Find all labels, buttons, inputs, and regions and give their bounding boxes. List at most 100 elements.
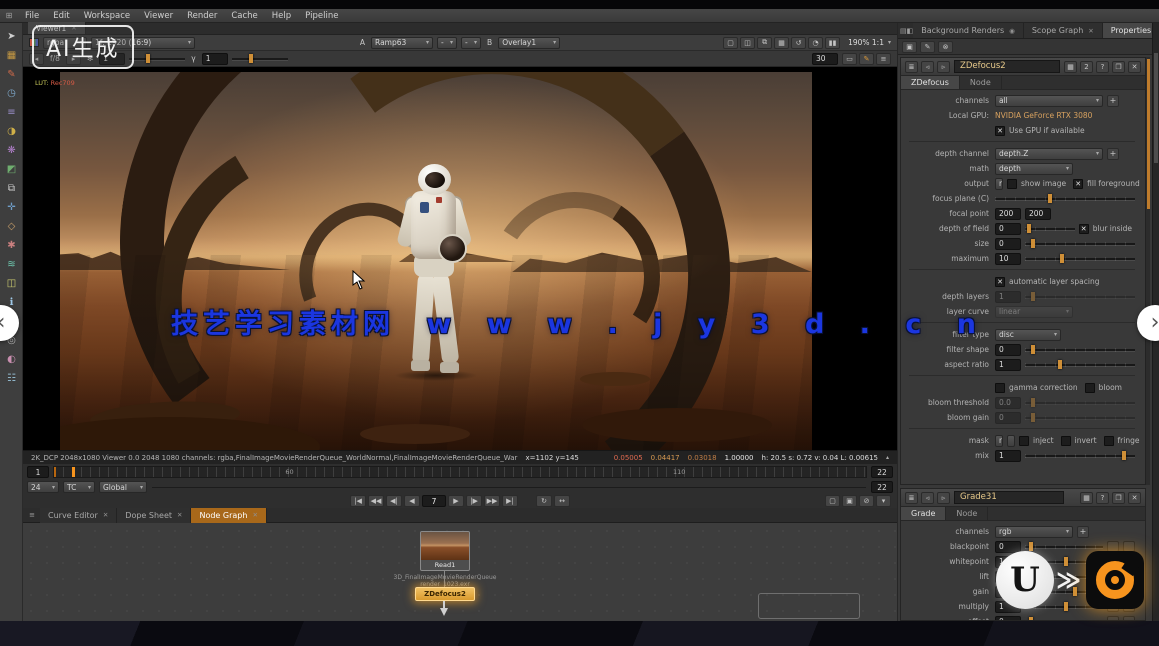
gamma-correction-checkbox[interactable] <box>995 383 1005 393</box>
tab-curve-editor[interactable]: Curve Editor✕ <box>40 508 117 523</box>
invert-checkbox[interactable] <box>1061 436 1071 446</box>
float-panel-icon[interactable]: ❐ <box>1112 492 1125 504</box>
annotate-icon[interactable]: ✎ <box>859 53 874 65</box>
next-node-icon[interactable]: ▹ <box>937 492 950 504</box>
tab-properties[interactable]: Properties <box>1103 23 1159 38</box>
pane-menu-icon[interactable]: ≡ <box>26 511 38 519</box>
transform-nodes-icon[interactable]: ✛ <box>0 198 23 217</box>
size-slider[interactable] <box>1025 238 1135 249</box>
draw-nodes-icon[interactable]: ✎ <box>0 65 23 84</box>
menu-viewer[interactable]: Viewer <box>137 9 180 23</box>
playback-range-bar[interactable] <box>151 486 867 489</box>
bounce-mode-button[interactable]: ↔ <box>554 495 570 507</box>
aspect-ratio-field[interactable]: 1 <box>995 359 1021 371</box>
gamma-field[interactable]: 1 <box>202 53 228 65</box>
blackpoint-slider[interactable] <box>1025 541 1103 552</box>
bloom-gain-slider[interactable] <box>1025 412 1135 423</box>
timeline-ruler[interactable]: 60110 <box>53 466 867 478</box>
slider-thumb[interactable] <box>1027 224 1031 233</box>
depth-channel-dropdown[interactable]: depth.Z▾ <box>995 148 1103 160</box>
color-nodes-icon[interactable]: ◑ <box>0 122 23 141</box>
play-button[interactable]: ▶ <box>448 495 464 507</box>
add-channel-button[interactable]: + <box>1107 95 1119 107</box>
a-input-dropdown[interactable]: Ramp63▾ <box>371 37 433 49</box>
automatic-layer-spacing-checkbox[interactable]: ✕ <box>995 277 1005 287</box>
wipe-dropdown-2[interactable]: -▾ <box>461 37 481 49</box>
next-node-icon[interactable]: ▹ <box>937 61 950 73</box>
time-nodes-icon[interactable]: ◷ <box>0 84 23 103</box>
viewer-image-area[interactable]: LUT: Rec709 <box>23 67 897 450</box>
close-tab-icon[interactable]: ◉ <box>1009 27 1015 35</box>
tab-dope-sheet[interactable]: Dope Sheet✕ <box>117 508 191 523</box>
slider-thumb[interactable] <box>1031 345 1035 354</box>
add-channel-button[interactable]: + <box>1107 148 1119 160</box>
playhead[interactable] <box>72 467 75 477</box>
tab-zdefocus[interactable]: ZDefocus <box>901 76 960 89</box>
tab-node[interactable]: Node <box>946 507 988 520</box>
panel-drag-icon[interactable]: ≣ <box>905 61 918 73</box>
slider-thumb[interactable] <box>1031 292 1035 301</box>
math-dropdown[interactable]: depth▾ <box>995 163 1073 175</box>
step-back-button[interactable]: ◀| <box>386 495 402 507</box>
channels-dropdown[interactable]: all▾ <box>995 95 1103 107</box>
filter-shape-field[interactable]: 0 <box>995 344 1021 356</box>
menu-pipeline[interactable]: Pipeline <box>298 9 345 23</box>
size-field[interactable]: 0 <box>995 238 1021 250</box>
properties-scrollbar[interactable] <box>1145 57 1150 485</box>
menu-cache[interactable]: Cache <box>224 9 264 23</box>
close-tab-icon[interactable]: ✕ <box>252 511 257 519</box>
node-read1[interactable]: Read1 <box>420 531 470 571</box>
node-name-field[interactable]: Grade31 <box>954 491 1064 504</box>
close-tab-icon[interactable]: ✕ <box>177 511 182 519</box>
composite-mode-icon[interactable]: ▢ <box>723 37 738 49</box>
lock-range-icon[interactable]: ⊘ <box>859 495 874 507</box>
image-nodes-icon[interactable]: ▦ <box>0 46 23 65</box>
slider-thumb[interactable] <box>1064 557 1068 566</box>
wipe-mode-icon[interactable]: ◫ <box>740 37 755 49</box>
filter-nodes-icon[interactable]: ❋ <box>0 141 23 160</box>
inputs-badge[interactable]: 2 <box>1080 61 1093 73</box>
close-tab-icon[interactable]: ✕ <box>103 511 108 519</box>
menu-render[interactable]: Render <box>180 9 224 23</box>
use-gpu-checkbox[interactable]: ✕ <box>995 126 1005 136</box>
pause-icon[interactable]: ▮▮ <box>825 37 840 49</box>
zoom-caret-icon[interactable]: ▾ <box>888 39 891 46</box>
refresh-icon[interactable]: ↺ <box>791 37 806 49</box>
close-all-panels-icon[interactable]: ⊗ <box>938 41 953 53</box>
node-name-field[interactable]: ZDefocus2 <box>954 60 1060 73</box>
node-graph[interactable]: Read1 3D_FinalImageMovieRenderQueue rend… <box>23 523 897 621</box>
cursor-tool-icon[interactable]: ➤ <box>0 27 23 46</box>
bloom-checkbox[interactable] <box>1085 383 1095 393</box>
depth-layers-field[interactable]: 1 <box>995 291 1021 303</box>
depth-of-field-field[interactable]: 0 <box>995 223 1021 235</box>
frame-increment-field[interactable]: 30 <box>812 53 838 65</box>
edit-properties-icon[interactable]: ✎ <box>920 41 935 53</box>
in-point-icon[interactable]: ▢ <box>825 495 840 507</box>
focal-point-y-field[interactable]: 200 <box>1025 208 1051 220</box>
fill-foreground-checkbox[interactable]: ✕ <box>1073 179 1083 189</box>
slider-thumb[interactable] <box>1031 239 1035 248</box>
scrollbar-thumb[interactable] <box>1154 53 1158 163</box>
node-zdefocus2[interactable]: ZDefocus2 <box>415 587 475 601</box>
close-panel-icon[interactable]: ✕ <box>1128 492 1141 504</box>
tab-node[interactable]: Node <box>960 76 1002 89</box>
filter-shape-slider[interactable] <box>1025 344 1135 355</box>
slider-thumb[interactable] <box>1031 413 1035 422</box>
step-forward-button[interactable]: |▶ <box>466 495 482 507</box>
current-frame-field[interactable]: 7 <box>422 495 446 507</box>
particles-nodes-icon[interactable]: ✱ <box>0 236 23 255</box>
help-icon[interactable]: ? <box>1096 61 1109 73</box>
aspect-ratio-slider[interactable] <box>1025 359 1135 370</box>
bloom-threshold-field[interactable]: 0.0 <box>995 397 1021 409</box>
play-backward-button[interactable]: ◀ <box>404 495 420 507</box>
status-collapse-icon[interactable]: ▴ <box>886 454 889 461</box>
menu-workspace[interactable]: Workspace <box>77 9 137 23</box>
ocio-nodes-icon[interactable]: ◐ <box>0 350 23 369</box>
safezone-icon[interactable]: ▭ <box>842 53 857 65</box>
keyer-nodes-icon[interactable]: ◩ <box>0 160 23 179</box>
script-editor-icon[interactable]: ☷ <box>0 369 23 388</box>
depth-layers-slider[interactable] <box>1025 291 1135 302</box>
focus-plane-slider[interactable] <box>995 193 1135 204</box>
b-input-dropdown[interactable]: Overlay1▾ <box>498 37 560 49</box>
slider-thumb[interactable] <box>1064 602 1068 611</box>
